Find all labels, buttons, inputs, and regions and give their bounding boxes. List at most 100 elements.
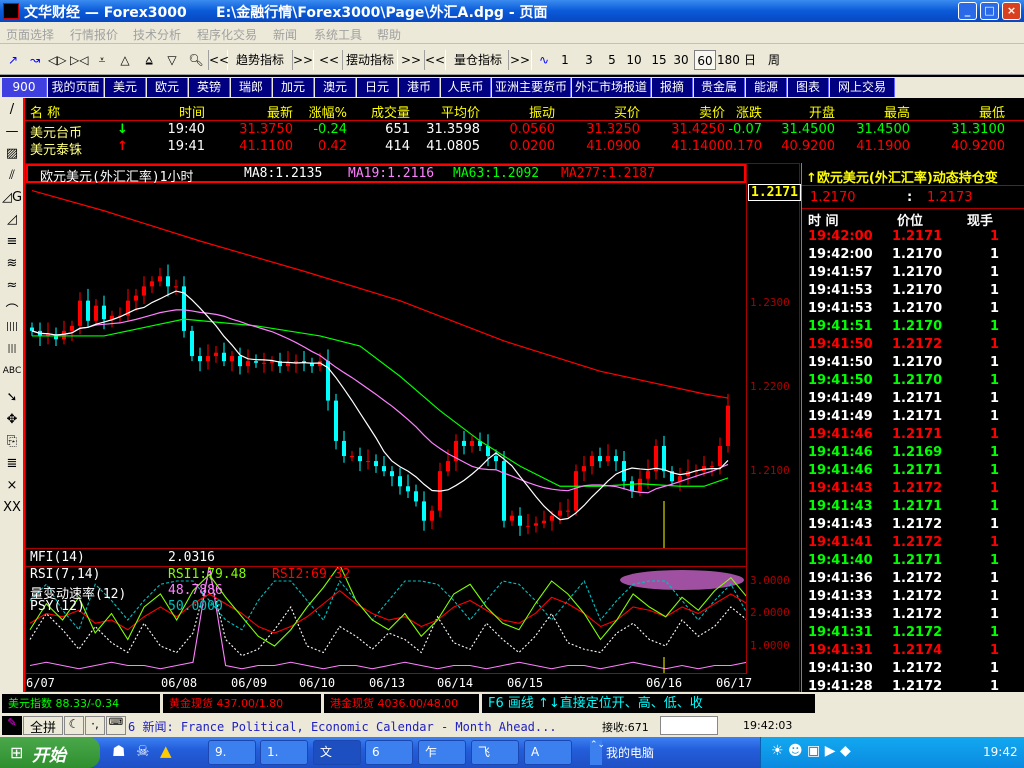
drawing-tool-icon[interactable]: —	[2, 124, 22, 139]
price-chart[interactable]	[27, 183, 746, 548]
trend-indicator-button[interactable]: 趋势指标	[232, 50, 288, 70]
tab-1[interactable]: 我的页面	[48, 78, 104, 97]
task-button[interactable]: 1.	[260, 740, 308, 765]
top-icon[interactable]: ⩠	[140, 50, 158, 70]
trend-prev-button[interactable]: <<	[208, 50, 229, 70]
quicklaunch-icon[interactable]: ▲	[160, 742, 172, 760]
drawing-tool-icon[interactable]: ◿G	[2, 190, 22, 205]
draw-zigzag-icon[interactable]: ↝	[26, 50, 44, 70]
tab-2[interactable]: 美元	[105, 78, 146, 97]
drawing-tool-icon[interactable]: ◿	[2, 212, 22, 227]
chart-panel[interactable]: 欧元美元(外汇汇率)1小时 MA8:1.2135 MA19:1.2116 MA6…	[25, 163, 801, 692]
menu-quotes[interactable]: 行情报价	[70, 26, 118, 43]
drawing-tool-icon[interactable]: ✥	[2, 412, 22, 427]
quote-row-name[interactable]: 美元泰铢	[30, 139, 82, 158]
swing-indicator-button[interactable]: 摆动指标	[342, 50, 398, 70]
drawing-tool-icon[interactable]: ⌒	[2, 300, 22, 319]
period-180[interactable]: 180	[717, 50, 740, 70]
command-input[interactable]	[660, 716, 718, 735]
tab-12[interactable]: 外汇市场报道	[572, 78, 651, 97]
drawing-tool-icon[interactable]: |||	[2, 344, 22, 354]
drawing-tool-icon[interactable]: ≋	[2, 256, 22, 271]
indicator-chart[interactable]	[27, 567, 746, 673]
drawing-tool-icon[interactable]: /	[2, 102, 22, 117]
hk-gold-spot[interactable]: 港金现货 4036.00/48.00	[324, 694, 479, 713]
draw-up-icon[interactable]: ↗	[4, 50, 22, 70]
tab-0[interactable]: 900	[2, 78, 47, 97]
drawing-tool-icon[interactable]: ⎘	[2, 434, 22, 449]
compress-icon[interactable]: ▷◁	[70, 50, 88, 70]
swing-next-button[interactable]: >>	[400, 50, 422, 70]
menu-system-tools[interactable]: 系统工具	[314, 26, 362, 43]
drawing-tool-icon[interactable]: ||||	[2, 322, 22, 332]
tab-10[interactable]: 人民币	[441, 78, 491, 97]
tab-16[interactable]: 图表	[788, 78, 829, 97]
task-button[interactable]: 乍	[418, 740, 466, 765]
tab-8[interactable]: 日元	[357, 78, 398, 97]
bottom-icon[interactable]: ▽	[163, 50, 181, 70]
drawing-tool-icon[interactable]: ▨	[2, 146, 22, 161]
tab-14[interactable]: 贵金属	[694, 78, 745, 97]
expand-icon[interactable]: ◁▷	[48, 50, 66, 70]
tab-6[interactable]: 加元	[273, 78, 314, 97]
quicklaunch-icon[interactable]: ☗	[112, 742, 125, 760]
period-1[interactable]: 1	[558, 50, 572, 70]
menu-news[interactable]: 新闻	[273, 26, 297, 43]
period-15[interactable]: 15	[650, 50, 668, 70]
ime-punct-button[interactable]: ·,	[85, 716, 105, 735]
quicklaunch-icon[interactable]: ☠	[136, 742, 149, 760]
drawing-tool-icon[interactable]: XX	[2, 500, 22, 515]
tab-3[interactable]: 欧元	[147, 78, 188, 97]
task-button[interactable]: 9.	[208, 740, 256, 765]
move-up-icon[interactable]: △	[116, 50, 134, 70]
close-button[interactable]: ×	[1002, 2, 1021, 20]
tray-icons[interactable]: ☀ ☻ ▣ ▶ ◆	[771, 743, 851, 759]
period-week[interactable]: 周	[766, 50, 782, 70]
tab-13[interactable]: 报摘	[652, 78, 693, 97]
address-toolbar[interactable]: 我的电脑	[606, 744, 654, 761]
task-button[interactable]: 飞	[471, 740, 519, 765]
menu-program-trading[interactable]: 程序化交易	[197, 26, 257, 43]
drawing-tool-icon[interactable]: ≈	[2, 278, 22, 293]
period-day[interactable]: 日	[742, 50, 758, 70]
tab-9[interactable]: 港币	[399, 78, 440, 97]
tab-4[interactable]: 英镑	[189, 78, 230, 97]
task-button[interactable]: A	[524, 740, 572, 765]
period-3[interactable]: 3	[582, 50, 596, 70]
drawing-tool-icon[interactable]: ABC	[2, 366, 22, 376]
period-30[interactable]: 30	[672, 50, 690, 70]
drawing-tool-icon[interactable]: ≡	[2, 234, 22, 249]
menu-page-select[interactable]: 页面选择	[6, 26, 54, 43]
zoom-icon[interactable]: 🔍︎	[186, 50, 206, 70]
tab-17[interactable]: 网上交易	[830, 78, 895, 97]
drawing-tool-icon[interactable]: ⫽	[2, 168, 22, 183]
taskbar-scroll[interactable]: ⌃⌄	[590, 740, 605, 765]
tab-7[interactable]: 澳元	[315, 78, 356, 97]
ime-mode-button[interactable]: 全拼	[23, 716, 63, 736]
menu-help[interactable]: 帮助	[377, 26, 401, 43]
tab-5[interactable]: 瑞郎	[231, 78, 272, 97]
swing-prev-button[interactable]: <<	[318, 50, 340, 70]
drawing-tool-icon[interactable]: ×	[2, 478, 22, 493]
task-button[interactable]: 6	[365, 740, 413, 765]
task-button-active[interactable]: 文	[313, 740, 361, 765]
period-5[interactable]: 5	[605, 50, 619, 70]
menu-technical-analysis[interactable]: 技术分析	[133, 26, 181, 43]
period-60[interactable]: 60	[694, 50, 716, 70]
ime-logo-icon[interactable]: ✎	[2, 716, 22, 735]
volume-next-button[interactable]: >>	[508, 50, 532, 70]
tab-11[interactable]: 亚洲主要货币	[492, 78, 571, 97]
volume-prev-button[interactable]: <<	[424, 50, 446, 70]
line-chart-icon[interactable]: ∿	[535, 50, 553, 70]
drawing-tool-icon[interactable]: ≣	[2, 456, 22, 471]
ime-width-button[interactable]: ☾	[64, 716, 84, 735]
tab-15[interactable]: 能源	[746, 78, 787, 97]
maximize-button[interactable]: □	[980, 2, 999, 20]
soft-keyboard-icon[interactable]: ⌨	[106, 716, 126, 735]
period-10[interactable]: 10	[625, 50, 643, 70]
minimize-button[interactable]: _	[958, 2, 977, 20]
volume-indicator-button[interactable]: 量仓指标	[450, 50, 506, 70]
move-down-icon[interactable]: ⩡	[93, 50, 111, 70]
trend-next-button[interactable]: >>	[292, 50, 314, 70]
drawing-tool-icon[interactable]: ➘	[2, 390, 22, 405]
